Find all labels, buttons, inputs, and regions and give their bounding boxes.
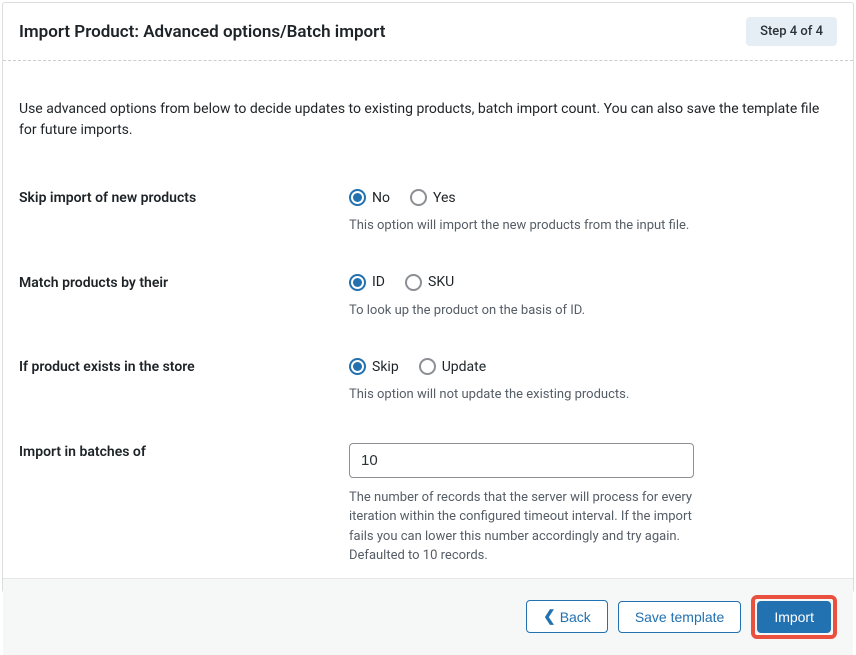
save-template-button[interactable]: Save template: [618, 601, 742, 633]
radio-checked-icon: [349, 274, 366, 291]
field-match-by: ID SKU To look up the product on the bas…: [349, 274, 694, 321]
import-highlight: Import: [751, 595, 837, 639]
radio-unchecked-icon: [405, 274, 422, 291]
intro-text: Use advanced options from below to decid…: [19, 99, 837, 141]
chevron-left-icon: ❮: [543, 609, 556, 624]
back-button[interactable]: ❮ Back: [526, 600, 608, 633]
row-batches: Import in batches of The number of recor…: [19, 443, 837, 566]
row-skip-new: Skip import of new products No Yes This …: [19, 189, 837, 236]
panel-footer: ❮ Back Save template Import: [3, 578, 853, 655]
label-if-exists: If product exists in the store: [19, 358, 349, 375]
help-batches: The number of records that the server wi…: [349, 488, 694, 566]
batch-size-input[interactable]: [349, 443, 694, 478]
label-match-by: Match products by their: [19, 274, 349, 291]
field-skip-new: No Yes This option will import the new p…: [349, 189, 694, 236]
label-batches: Import in batches of: [19, 443, 349, 460]
radio-exists-skip[interactable]: Skip: [349, 358, 399, 375]
radio-label: Yes: [433, 190, 456, 206]
save-template-label: Save template: [635, 610, 725, 624]
import-button[interactable]: Import: [757, 601, 831, 633]
field-batches: The number of records that the server wi…: [349, 443, 694, 566]
import-advanced-panel: Import Product: Advanced options/Batch i…: [2, 2, 854, 593]
radios-skip-new: No Yes: [349, 189, 694, 206]
import-button-label: Import: [774, 610, 814, 624]
radio-unchecked-icon: [410, 189, 427, 206]
help-if-exists: This option will not update the existing…: [349, 385, 694, 405]
radio-label: No: [372, 190, 390, 206]
radio-checked-icon: [349, 358, 366, 375]
radio-label: SKU: [428, 274, 454, 290]
panel-body: Use advanced options from below to decid…: [3, 61, 853, 578]
radio-label: Skip: [372, 359, 399, 375]
radio-unchecked-icon: [419, 358, 436, 375]
radio-checked-icon: [349, 189, 366, 206]
radio-skip-new-no[interactable]: No: [349, 189, 390, 206]
radio-label: Update: [442, 359, 486, 375]
field-if-exists: Skip Update This option will not update …: [349, 358, 694, 405]
radios-if-exists: Skip Update: [349, 358, 694, 375]
radios-match-by: ID SKU: [349, 274, 694, 291]
label-skip-new: Skip import of new products: [19, 189, 349, 206]
back-button-label: Back: [560, 610, 591, 624]
radio-exists-update[interactable]: Update: [419, 358, 486, 375]
row-match-by: Match products by their ID SKU To look u…: [19, 274, 837, 321]
step-badge: Step 4 of 4: [746, 17, 837, 46]
radio-label: ID: [372, 274, 385, 290]
page-title: Import Product: Advanced options/Batch i…: [19, 22, 385, 42]
radio-skip-new-yes[interactable]: Yes: [410, 189, 456, 206]
radio-match-id[interactable]: ID: [349, 274, 385, 291]
row-if-exists: If product exists in the store Skip Upda…: [19, 358, 837, 405]
help-skip-new: This option will import the new products…: [349, 216, 694, 236]
panel-header: Import Product: Advanced options/Batch i…: [3, 3, 853, 61]
help-match-by: To look up the product on the basis of I…: [349, 301, 694, 321]
radio-match-sku[interactable]: SKU: [405, 274, 454, 291]
